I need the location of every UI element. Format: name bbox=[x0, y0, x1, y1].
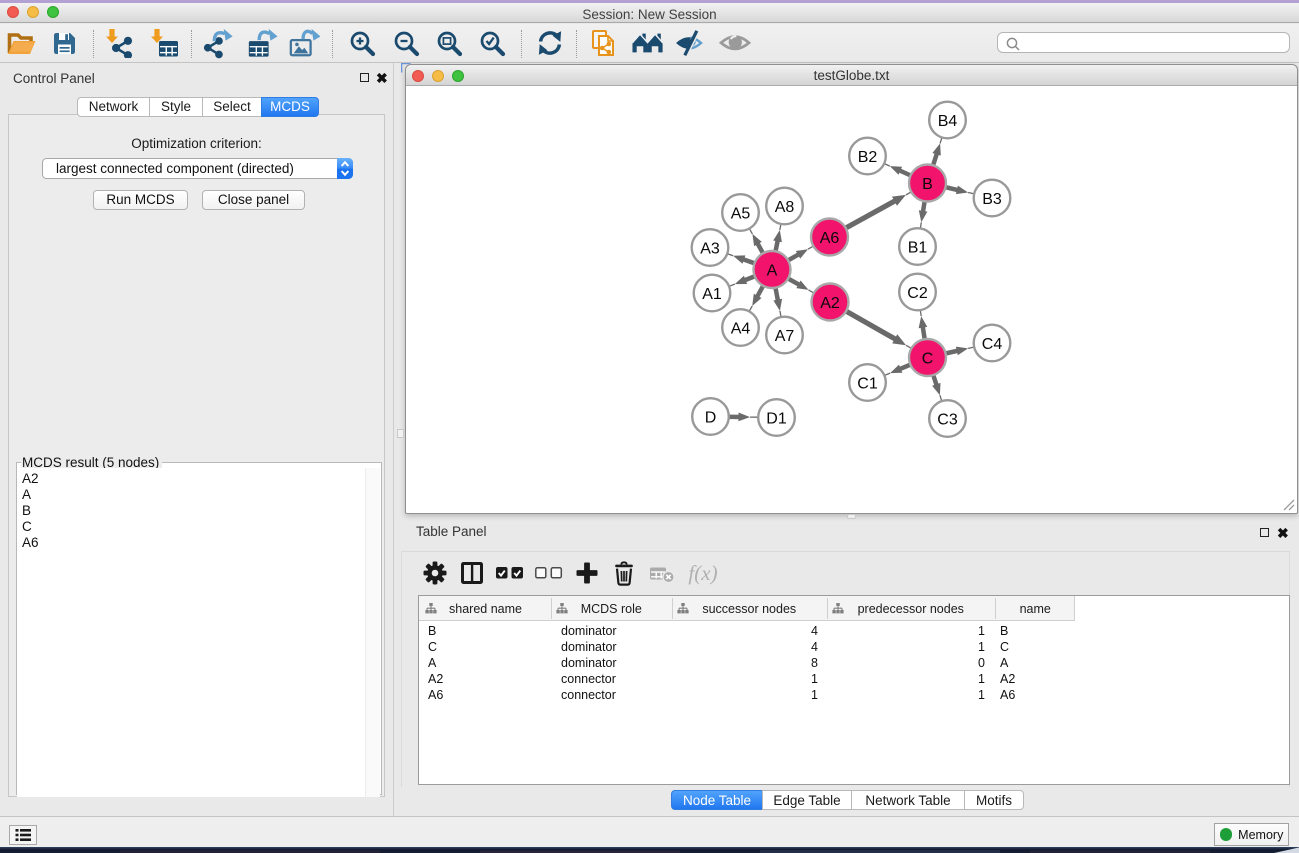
svg-text:C2: C2 bbox=[907, 285, 928, 302]
svg-text:B3: B3 bbox=[982, 191, 1002, 208]
svg-text:B: B bbox=[922, 176, 933, 193]
svg-text:A: A bbox=[767, 263, 778, 280]
svg-text:D1: D1 bbox=[766, 411, 787, 428]
svg-text:A4: A4 bbox=[731, 321, 751, 338]
svg-text:A7: A7 bbox=[775, 328, 795, 345]
svg-text:A1: A1 bbox=[702, 286, 722, 303]
svg-text:A8: A8 bbox=[775, 199, 795, 216]
svg-text:A2: A2 bbox=[820, 295, 840, 312]
svg-text:D: D bbox=[705, 410, 717, 427]
svg-text:A3: A3 bbox=[700, 241, 720, 258]
svg-text:C: C bbox=[922, 351, 934, 368]
svg-text:B1: B1 bbox=[908, 240, 928, 257]
svg-text:B4: B4 bbox=[938, 113, 958, 130]
svg-text:C4: C4 bbox=[982, 336, 1003, 353]
svg-text:A5: A5 bbox=[731, 206, 751, 223]
svg-text:C1: C1 bbox=[857, 376, 878, 393]
svg-text:A6: A6 bbox=[820, 230, 840, 247]
svg-text:C3: C3 bbox=[937, 412, 958, 429]
svg-text:B2: B2 bbox=[858, 149, 878, 166]
